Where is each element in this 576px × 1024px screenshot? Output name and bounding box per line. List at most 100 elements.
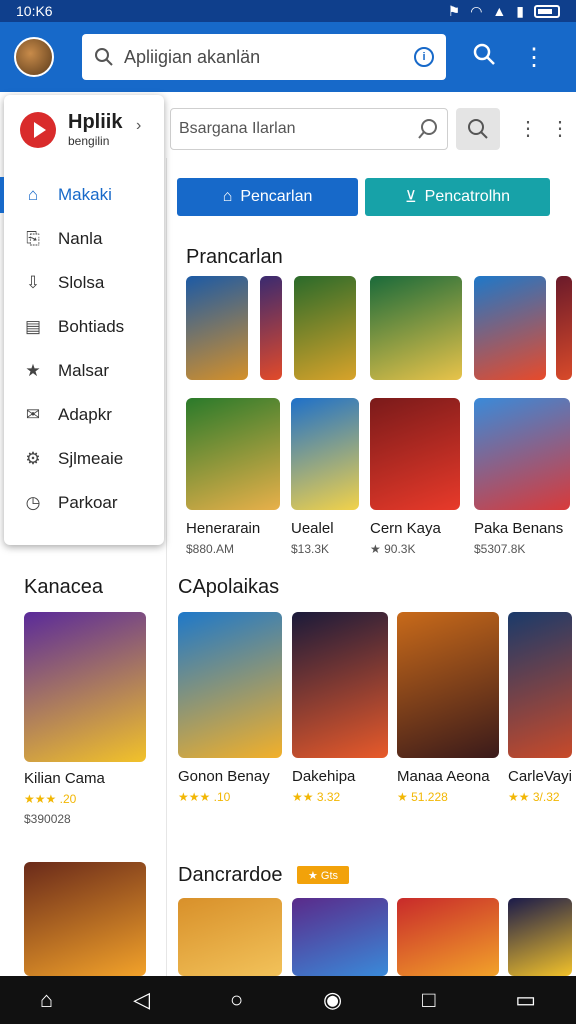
game-card[interactable] bbox=[178, 612, 282, 758]
game-price: $13.3K bbox=[291, 542, 330, 556]
game-cover-image bbox=[474, 398, 570, 510]
back-icon[interactable]: ◁ bbox=[133, 987, 150, 1013]
game-cover-image bbox=[24, 612, 146, 762]
game-title: Paka Benans bbox=[474, 520, 564, 537]
sidebar-item-label: Bohtiads bbox=[58, 317, 125, 336]
game-card[interactable] bbox=[186, 398, 280, 510]
notification-icon: ⚑ bbox=[447, 2, 461, 19]
sidebar-item[interactable]: ✉ Adapkr bbox=[4, 393, 164, 437]
game-rating: ★★★ .20 bbox=[24, 792, 77, 806]
sidebar-item[interactable]: ⌂ Makaki bbox=[0, 173, 164, 217]
game-cover-image bbox=[397, 898, 499, 976]
section-title-left: Kanacea bbox=[24, 576, 103, 598]
game-card[interactable] bbox=[292, 612, 388, 758]
sidebar-item[interactable]: ◷ Parkoar bbox=[4, 481, 164, 525]
sidebar-item-label: Nanla bbox=[58, 229, 103, 248]
more-menu-icon[interactable]: ⋮ bbox=[518, 116, 538, 141]
search-button[interactable] bbox=[472, 42, 496, 73]
recents-icon[interactable]: □ bbox=[422, 987, 435, 1013]
game-cover-image bbox=[556, 276, 572, 380]
search-icon bbox=[473, 43, 495, 65]
game-cover-image bbox=[260, 276, 282, 380]
tab-discover[interactable]: ⊻ Pencatrolhn bbox=[365, 178, 550, 216]
sidebar-item-label: Sjlmeaie bbox=[58, 449, 124, 468]
top-search-input[interactable]: Apliigian akanlän bbox=[124, 47, 414, 68]
assistant-icon[interactable]: ◉ bbox=[323, 987, 342, 1013]
divider bbox=[166, 158, 167, 978]
drawer-title: Hpliik bbox=[68, 111, 123, 133]
game-card[interactable] bbox=[370, 398, 460, 510]
game-title: Kilian Cama bbox=[24, 770, 105, 787]
sidebar-item[interactable]: ▤ Bohtiads bbox=[4, 305, 164, 349]
game-card[interactable] bbox=[291, 398, 359, 510]
game-card[interactable] bbox=[178, 898, 282, 976]
home-icon: ⌂ bbox=[27, 185, 39, 204]
game-title: Dakehipa bbox=[292, 768, 356, 785]
clock-icon: ◷ bbox=[25, 493, 41, 512]
bookmark-icon: ⎘ bbox=[26, 229, 40, 248]
app-bar: Apliigian akanlän i ⋮ bbox=[0, 22, 576, 92]
game-rating: ★★ 3/.32 bbox=[508, 790, 560, 804]
game-cover-image bbox=[291, 398, 359, 510]
tab-search[interactable]: ⌂ Pencarlan bbox=[177, 178, 358, 216]
left-game-card[interactable] bbox=[24, 612, 146, 762]
sim-icon: ▮ bbox=[516, 2, 524, 19]
game-cover-image bbox=[294, 276, 356, 380]
game-card[interactable] bbox=[370, 276, 462, 380]
game-rating: ★★★ .10 bbox=[178, 790, 231, 804]
game-cover-image bbox=[178, 898, 282, 976]
sidebar-item[interactable]: ⎘ Nanla bbox=[4, 217, 164, 261]
home-icon[interactable]: ⌂ bbox=[40, 987, 53, 1013]
status-bar: 10:K6 ⚑ ◠ ▲ ▮ bbox=[0, 0, 576, 22]
sidebar-item-label: Adapkr bbox=[58, 405, 112, 424]
avatar[interactable] bbox=[14, 37, 54, 77]
drawer-subtitle: bengilin bbox=[68, 134, 110, 148]
main-search-input[interactable]: Bsargana Ilarlan bbox=[179, 120, 296, 138]
featured-badge: ★ Gts bbox=[297, 866, 349, 884]
game-card[interactable] bbox=[292, 898, 388, 976]
game-card[interactable] bbox=[474, 398, 570, 510]
sidebar-item[interactable]: ⚙ Sjlmeaie bbox=[4, 437, 164, 481]
sidebar-item-label: Makaki bbox=[58, 185, 112, 204]
search-icon bbox=[95, 48, 113, 66]
game-title: CarleVayi bbox=[508, 768, 572, 785]
game-title: Gonon Benay bbox=[178, 768, 270, 785]
home-icon: ⌂ bbox=[222, 188, 233, 205]
search-icon[interactable]: ○ bbox=[230, 987, 243, 1013]
game-title: Henerarain bbox=[186, 520, 261, 537]
section-title-first: Prancarlan bbox=[186, 246, 283, 268]
info-icon[interactable]: i bbox=[414, 47, 434, 67]
sidebar-item[interactable]: ★ Malsar bbox=[4, 349, 164, 393]
game-cover-image bbox=[292, 612, 388, 758]
sidebar-item[interactable]: ⇩ Slolsa bbox=[4, 261, 164, 305]
game-card[interactable] bbox=[397, 898, 499, 976]
game-cover-image bbox=[186, 398, 280, 510]
game-cover-image bbox=[508, 612, 572, 758]
game-title: Manaa Aeona bbox=[397, 768, 490, 785]
game-card[interactable] bbox=[294, 276, 356, 380]
left-game-card-2[interactable] bbox=[24, 862, 146, 976]
top-search-field[interactable]: Apliigian akanlän i bbox=[82, 34, 446, 80]
game-card[interactable] bbox=[260, 276, 282, 380]
search-button[interactable] bbox=[456, 108, 500, 150]
main-search-field[interactable]: Bsargana Ilarlan bbox=[170, 108, 448, 150]
section-title-third: Dancrardoe bbox=[178, 864, 283, 886]
drawer-header[interactable]: Hpliik bengilin bbox=[20, 111, 122, 148]
game-card[interactable] bbox=[186, 276, 248, 380]
chevron-right-icon[interactable]: › bbox=[136, 117, 141, 135]
game-card[interactable] bbox=[508, 898, 572, 976]
game-price: $390028 bbox=[24, 812, 71, 826]
search-icon[interactable] bbox=[417, 118, 439, 140]
game-cover-image bbox=[370, 398, 460, 510]
game-card[interactable] bbox=[556, 276, 572, 380]
more-menu-icon[interactable]: ⋮ bbox=[522, 43, 546, 72]
game-card[interactable] bbox=[508, 612, 572, 758]
game-rating: ★ 51.228 bbox=[397, 790, 448, 804]
sidebar-item-label: Malsar bbox=[58, 361, 110, 380]
game-card[interactable] bbox=[474, 276, 546, 380]
game-cover-image bbox=[24, 862, 146, 976]
game-cover-image bbox=[508, 898, 572, 976]
overflow-menu-icon[interactable]: ⋮ bbox=[550, 116, 570, 141]
tab-label: Pencarlan bbox=[240, 188, 313, 205]
game-card[interactable] bbox=[397, 612, 499, 758]
